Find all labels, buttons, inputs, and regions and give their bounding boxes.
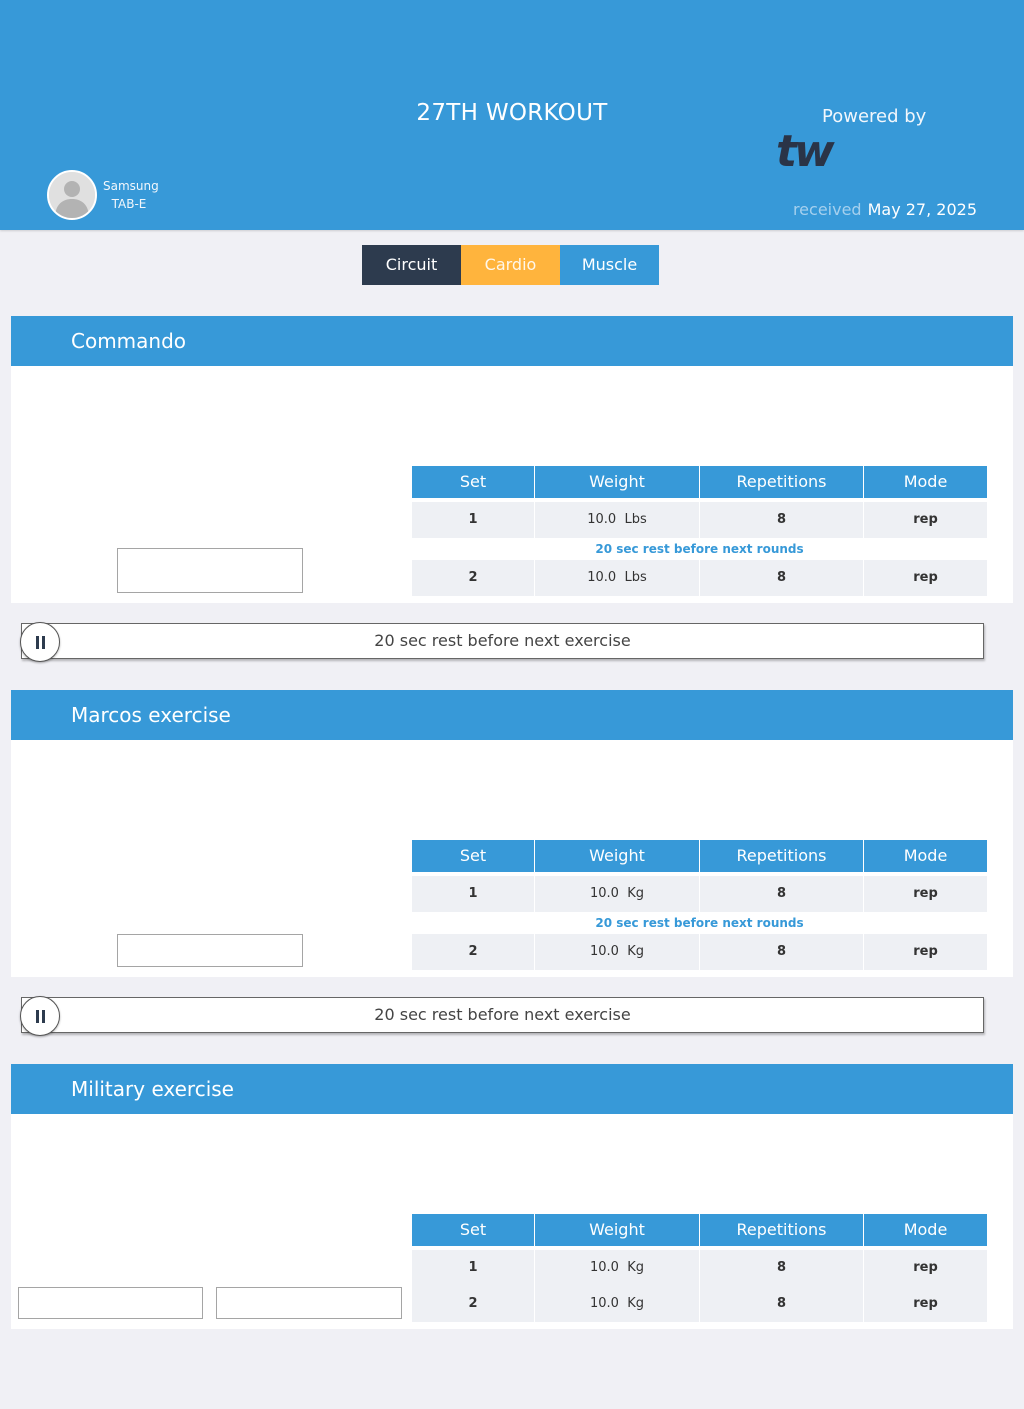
reps-value: 8: [700, 502, 864, 538]
reps-value: 8: [700, 934, 864, 970]
weight-cell: 10.0 Kg: [535, 1250, 700, 1286]
table-header: Set Weight Repetitions Mode: [412, 1214, 987, 1246]
table-row: 1 10.0 Kg 8 rep: [412, 876, 987, 912]
mode-value: rep: [913, 512, 938, 527]
exercise-title: Military exercise: [11, 1064, 1013, 1114]
weight-unit: Lbs: [624, 570, 647, 585]
weight-unit: Kg: [627, 886, 644, 901]
weight-unit: Kg: [627, 1260, 644, 1275]
col-mode: Mode: [903, 1220, 948, 1239]
exercise-card: Marcos exercise Set Weight Repetitions M…: [11, 690, 1013, 977]
exercise-card: Commando Set Weight Repetitions Mode 1 1…: [11, 316, 1013, 603]
col-set: Set: [412, 466, 535, 498]
mode-value: rep: [913, 886, 938, 901]
device-model: TAB-E: [111, 197, 147, 211]
table-row: 2 10.0 Kg 8 rep: [412, 1286, 987, 1322]
reps-value: 8: [700, 876, 864, 912]
exercise-rest-bar: 20 sec rest before next exercise: [20, 622, 984, 662]
tw-logo-text: tw: [776, 128, 835, 172]
exercise-sets-table: Set Weight Repetitions Mode 1 10.0 Kg 8 …: [412, 1214, 987, 1322]
weight-cell: 10.0 Lbs: [535, 560, 700, 596]
reps-value: 8: [700, 560, 864, 596]
exercise-title: Marcos exercise: [11, 690, 1013, 740]
col-mode: Mode: [903, 472, 948, 491]
reps-value: 8: [700, 1286, 864, 1322]
set-number: 1: [412, 876, 535, 912]
col-weight: Weight: [535, 466, 700, 498]
exercise-rest-text: 20 sec rest before next exercise: [374, 1005, 631, 1024]
weight-unit: Lbs: [624, 512, 647, 527]
pause-button[interactable]: [20, 622, 60, 662]
col-set: Set: [412, 1214, 535, 1246]
pause-icon-bar: [41, 635, 45, 649]
device-name: Samsung TAB-E: [103, 177, 159, 213]
weight-cell: 10.0 Kg: [535, 876, 700, 912]
tab-cardio[interactable]: Cardio: [461, 245, 560, 285]
tab-muscle[interactable]: Muscle: [560, 245, 659, 285]
weight-unit: Kg: [627, 1296, 644, 1311]
person-icon: [49, 172, 95, 218]
received-label: received: [792, 200, 862, 219]
pause-icon-bar: [35, 635, 39, 649]
weight-value: 10.0: [590, 1260, 619, 1275]
exercise-image-placeholder: [117, 548, 303, 593]
table-row: 1 10.0 Kg 8 rep: [412, 1250, 987, 1286]
powered-by-label: Powered by: [822, 106, 927, 127]
set-number: 2: [412, 1286, 535, 1322]
received-date: May 27, 2025: [867, 200, 977, 219]
mode-value: rep: [913, 944, 938, 959]
table-row: 2 10.0 Kg 8 rep: [412, 934, 987, 970]
weight-value: 10.0: [590, 1296, 619, 1311]
exercise-rest-bar: 20 sec rest before next exercise: [20, 996, 984, 1036]
mode-value: rep: [913, 1260, 938, 1275]
device-brand: Samsung: [103, 179, 159, 193]
col-weight: Weight: [535, 840, 700, 872]
weight-unit: Kg: [627, 944, 644, 959]
weight-cell: 10.0 Lbs: [535, 502, 700, 538]
weight-value: 10.0: [587, 512, 617, 527]
tab-circuit[interactable]: Circuit: [362, 245, 461, 285]
pause-icon-bar: [41, 1009, 45, 1023]
exercise-image-placeholder: [216, 1287, 402, 1319]
table-header: Set Weight Repetitions Mode: [412, 466, 987, 498]
set-number: 1: [412, 502, 535, 538]
workout-header: 27TH WORKOUT Samsung TAB-E Powered by tw…: [0, 0, 1024, 230]
table-row: 2 10.0 Lbs 8 rep: [412, 560, 987, 596]
exercise-sets-table: Set Weight Repetitions Mode 1 10.0 Kg 8 …: [412, 840, 987, 970]
set-number: 2: [412, 560, 535, 596]
weight-value: 10.0: [590, 886, 619, 901]
round-rest-note: 20 sec rest before next rounds: [595, 916, 804, 930]
table-header: Set Weight Repetitions Mode: [412, 840, 987, 872]
pause-icon-bar: [35, 1009, 39, 1023]
table-row: 1 10.0 Lbs 8 rep: [412, 502, 987, 538]
weight-cell: 10.0 Kg: [535, 1286, 700, 1322]
exercise-image-placeholder: [18, 1287, 203, 1319]
set-number: 2: [412, 934, 535, 970]
weight-cell: 10.0 Kg: [535, 934, 700, 970]
weight-value: 10.0: [590, 944, 619, 959]
tw-logo: tw: [776, 128, 838, 172]
col-repetitions: Repetitions: [700, 840, 864, 872]
set-number: 1: [412, 1250, 535, 1286]
col-mode: Mode: [903, 846, 948, 865]
user-avatar[interactable]: [47, 170, 97, 220]
col-set: Set: [412, 840, 535, 872]
workout-type-tabs: Circuit Cardio Muscle: [362, 245, 659, 285]
col-repetitions: Repetitions: [700, 466, 864, 498]
exercise-sets-table: Set Weight Repetitions Mode 1 10.0 Lbs 8…: [412, 466, 987, 596]
round-rest-note: 20 sec rest before next rounds: [595, 542, 804, 556]
received-info: received May 27, 2025: [793, 200, 977, 219]
mode-value: rep: [913, 570, 938, 585]
pause-button[interactable]: [20, 996, 60, 1036]
mode-value: rep: [913, 1296, 938, 1311]
col-weight: Weight: [535, 1214, 700, 1246]
exercise-title: Commando: [11, 316, 1013, 366]
exercise-card: Military exercise Set Weight Repetitions…: [11, 1064, 1013, 1329]
weight-value: 10.0: [587, 570, 617, 585]
exercise-image-placeholder: [117, 934, 303, 967]
exercise-rest-text: 20 sec rest before next exercise: [374, 631, 631, 650]
col-repetitions: Repetitions: [700, 1214, 864, 1246]
reps-value: 8: [700, 1250, 864, 1286]
